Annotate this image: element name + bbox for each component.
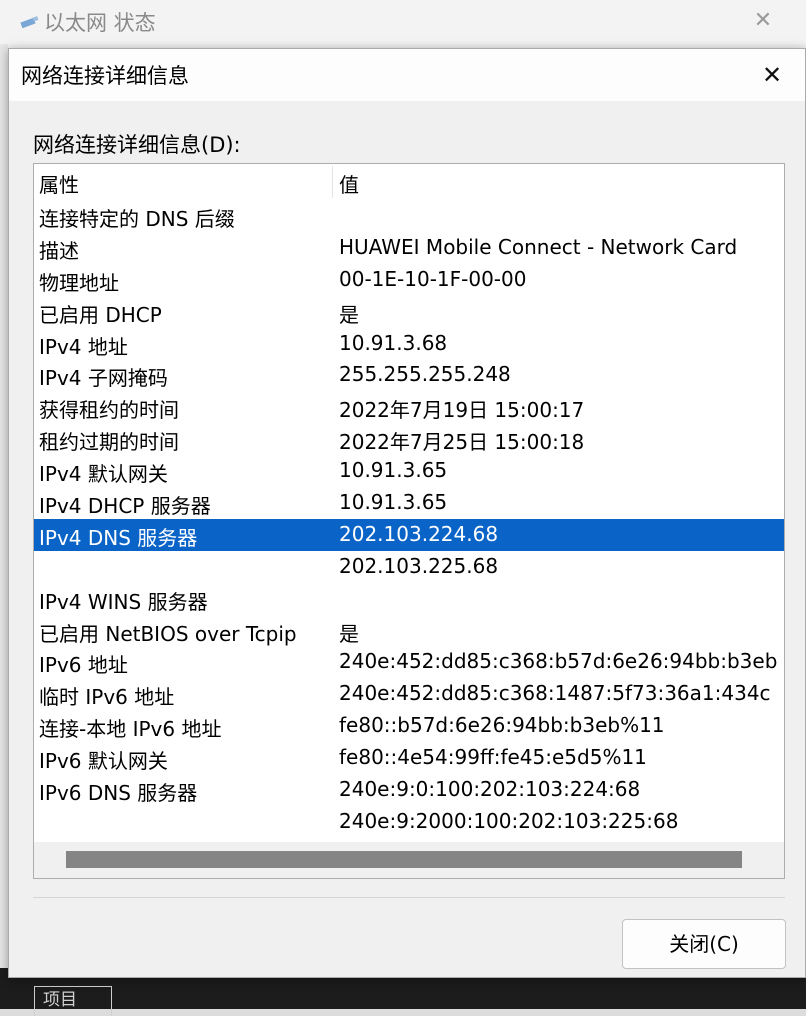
details-list-label: 网络连接详细信息(D): xyxy=(33,133,241,157)
table-row[interactable]: 物理地址 00-1E-10-1F-00-00 xyxy=(34,264,784,296)
table-row[interactable]: IPv4 地址 10.91.3.68 xyxy=(34,328,784,360)
table-row[interactable]: IPv4 子网掩码 255.255.255.248 xyxy=(34,359,784,391)
row-value: 2022年7月25日 15:00:18 xyxy=(339,430,585,455)
row-property: IPv4 子网掩码 xyxy=(39,366,168,391)
table-row[interactable]: 连接特定的 DNS 后缀 xyxy=(34,200,784,232)
table-row[interactable]: IPv6 DNS 服务器 240e:9:0:100:202:103:224:68 xyxy=(34,774,784,806)
horizontal-scrollbar[interactable] xyxy=(34,842,784,878)
row-property: IPv4 DHCP 服务器 xyxy=(39,494,211,519)
row-value: 是 xyxy=(339,621,359,646)
row-property: 获得租约的时间 xyxy=(39,398,179,423)
table-row[interactable]: 已启用 DHCP 是 xyxy=(34,296,784,328)
dialog-titlebar: 网络连接详细信息 ✕ xyxy=(9,49,805,101)
details-list[interactable]: 属性 值 连接特定的 DNS 后缀 描述 HUAWEI Mobile Connect… xyxy=(33,163,785,879)
row-property: 连接特定的 DNS 后缀 xyxy=(39,207,235,231)
column-header-property[interactable]: 属性 xyxy=(39,169,79,198)
table-row[interactable]: IPv6 默认网关 fe80::4e54:99ff:fe45:e5d5%11 xyxy=(34,742,784,774)
close-button[interactable]: 关闭(C) xyxy=(622,919,786,969)
close-icon: ✕ xyxy=(753,8,773,33)
row-value: 2022年7月19日 15:00:17 xyxy=(339,398,585,423)
row-property: IPv4 地址 xyxy=(39,334,128,359)
row-value: 240e:9:2000:100:202:103:225:68 xyxy=(339,808,679,833)
background-window-edge xyxy=(0,44,8,968)
row-value: 255.255.255.248 xyxy=(339,362,511,387)
row-value: 202.103.225.68 xyxy=(339,553,499,578)
row-property: 已启用 DHCP xyxy=(39,302,162,327)
table-row[interactable]: IPv4 WINS 服务器 xyxy=(34,583,784,615)
table-row[interactable]: IPv6 地址 240e:452:dd85:c368:b57d:6e26:94bb… xyxy=(34,646,784,678)
row-property: IPv6 地址 xyxy=(39,653,128,678)
row-value: fe80::b57d:6e26:94bb:b3eb%11 xyxy=(339,713,665,738)
table-row[interactable]: IPv4 DHCP 服务器 10.91.3.65 xyxy=(34,487,784,519)
list-rows: 连接特定的 DNS 后缀 描述 HUAWEI Mobile Connect - Ne… xyxy=(34,200,784,838)
row-value: fe80::4e54:99ff:fe45:e5d5%11 xyxy=(339,745,647,770)
ethernet-status-close-button[interactable]: ✕ xyxy=(745,4,781,38)
row-value: 240e:452:dd85:c368:1487:5f73:36a1:434c xyxy=(339,681,771,706)
row-value: 10.91.3.65 xyxy=(339,458,448,483)
row-property: 已启用 NetBIOS over Tcpip xyxy=(39,621,297,646)
row-property: IPv6 默认网关 xyxy=(39,749,168,774)
close-icon: ✕ xyxy=(761,61,783,89)
row-property: 租约过期的时间 xyxy=(39,430,179,455)
background-tab-project[interactable]: 项目 xyxy=(34,986,112,1016)
ethernet-status-title: 以太网 状态 xyxy=(44,11,156,35)
row-property: IPv4 DNS 服务器 xyxy=(39,525,198,550)
row-value: 202.103.224.68 xyxy=(339,521,499,546)
table-row[interactable]: 临时 IPv6 地址 240e:452:dd85:c368:1487:5f73:3… xyxy=(34,678,784,710)
row-property: 临时 IPv6 地址 xyxy=(39,685,175,710)
row-value: HUAWEI Mobile Connect - Network Card xyxy=(339,234,738,259)
row-value: 240e:452:dd85:c368:b57d:6e26:94bb:b3eb xyxy=(339,649,778,674)
dialog-close-button[interactable]: ✕ xyxy=(753,56,791,94)
row-property: IPv4 默认网关 xyxy=(39,462,168,487)
table-row[interactable]: 240e:9:2000:100:202:103:225:68 xyxy=(34,806,784,838)
table-row[interactable]: 描述 HUAWEI Mobile Connect - Network Card xyxy=(34,232,784,264)
table-row[interactable]: 已启用 NetBIOS over Tcpip 是 xyxy=(34,615,784,647)
dialog-title: 网络连接详细信息 xyxy=(21,64,189,88)
row-property: IPv6 DNS 服务器 xyxy=(39,781,198,806)
row-property: 描述 xyxy=(39,238,79,263)
divider xyxy=(33,897,785,898)
row-value: 是 xyxy=(339,302,359,327)
list-header: 属性 值 xyxy=(34,164,784,200)
row-value: 10.91.3.68 xyxy=(339,330,448,355)
table-row[interactable]: IPv4 默认网关 10.91.3.65 xyxy=(34,455,784,487)
table-row[interactable]: IPv4 DNS 服务器 202.103.224.68 xyxy=(34,518,784,551)
column-header-value[interactable]: 值 xyxy=(339,169,359,198)
row-value: 00-1E-10-1F-00-00 xyxy=(339,266,527,291)
scrollbar-thumb[interactable] xyxy=(66,851,742,868)
row-property: 物理地址 xyxy=(39,270,119,295)
network-connection-details-dialog: 网络连接详细信息 ✕ 网络连接详细信息(D): 属性 值 连接特定的 DNS 后… xyxy=(8,48,806,978)
table-row[interactable]: 202.103.225.68 xyxy=(34,551,784,583)
row-value: 240e:9:0:100:202:103:224:68 xyxy=(339,777,641,802)
table-row[interactable]: 连接-本地 IPv6 地址 fe80::b57d:6e26:94bb:b3eb%1… xyxy=(34,710,784,742)
ethernet-status-titlebar: 以太网 状态 ✕ xyxy=(0,0,806,44)
table-row[interactable]: 租约过期的时间 2022年7月25日 15:00:18 xyxy=(34,423,784,455)
row-property: IPv4 WINS 服务器 xyxy=(39,589,208,614)
ethernet-icon xyxy=(20,16,39,29)
row-property: 连接-本地 IPv6 地址 xyxy=(39,717,222,742)
column-separator[interactable] xyxy=(332,166,333,198)
row-value: 10.91.3.65 xyxy=(339,490,448,515)
table-row[interactable]: 获得租约的时间 2022年7月19日 15:00:17 xyxy=(34,391,784,423)
